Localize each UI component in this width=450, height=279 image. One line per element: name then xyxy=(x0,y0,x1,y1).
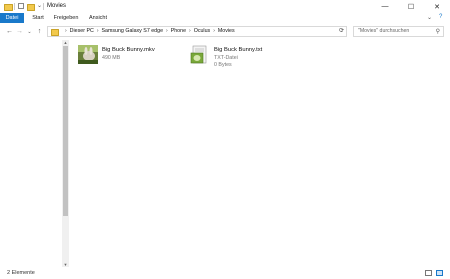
breadcrumb-phone[interactable]: Phone xyxy=(171,28,186,34)
file-list: Big Buck Bunny.mkv 490 MB Big Buck Bunny… xyxy=(72,40,444,267)
minimize-button[interactable]: — xyxy=(372,0,398,13)
separator: › xyxy=(166,28,168,34)
breadcrumb-oculus[interactable]: Oculus xyxy=(194,28,211,34)
ribbon-collapse-icon[interactable]: ⌄ xyxy=(427,14,432,21)
search-icon[interactable]: ⚲ xyxy=(436,28,440,35)
up-button[interactable]: ↑ xyxy=(35,27,44,37)
separator xyxy=(43,3,44,10)
tab-ansicht[interactable]: Ansicht xyxy=(85,13,111,23)
title-bar: ⌄ Movies — ☐ ✕ xyxy=(0,0,450,13)
close-button[interactable]: ✕ xyxy=(424,0,450,13)
quick-access-dropdown-icon[interactable]: ⌄ xyxy=(37,2,42,9)
address-row: ← → ⌄ ↑ › Dieser PC › Samsung Galaxy S7 edg… xyxy=(0,25,450,39)
properties-icon[interactable] xyxy=(18,3,24,9)
breadcrumb-dieser-pc[interactable]: Dieser PC xyxy=(70,28,94,34)
video-thumbnail-icon xyxy=(78,45,98,64)
separator: › xyxy=(65,28,67,34)
folder-icon xyxy=(4,4,13,11)
file-name: Big Buck Bunny.txt xyxy=(214,47,263,53)
window-title: Movies xyxy=(47,3,67,9)
search-placeholder: "Movies" durchsuchen xyxy=(358,28,410,34)
breadcrumb-movies[interactable]: Movies xyxy=(218,28,235,34)
recent-locations-button[interactable]: ⌄ xyxy=(25,27,34,37)
search-input[interactable]: "Movies" durchsuchen ⚲ xyxy=(353,26,444,37)
scrollbar-thumb[interactable] xyxy=(63,46,68,216)
text-file-icon xyxy=(190,45,210,64)
file-size: 0 Bytes xyxy=(214,62,232,68)
breadcrumb: › Dieser PC › Samsung Galaxy S7 edge › Phone ›… xyxy=(62,27,235,36)
navigation-scrollbar[interactable]: ▲ ▼ xyxy=(62,40,69,267)
forward-button[interactable]: → xyxy=(15,27,24,37)
ribbon-tabs: Datei Start Freigeben Ansicht ⌄ ? xyxy=(0,13,450,23)
help-icon[interactable]: ? xyxy=(439,14,442,20)
file-name: Big Buck Bunny.mkv xyxy=(102,47,155,53)
file-item[interactable]: Big Buck Bunny.txt TXT-Datei 0 Bytes xyxy=(190,45,262,68)
separator: › xyxy=(96,28,99,34)
new-folder-icon[interactable] xyxy=(27,4,35,11)
status-bar: 2 Elemente xyxy=(0,267,450,279)
file-type: TXT-Datei xyxy=(214,55,238,61)
file-size: 490 MB xyxy=(102,55,121,61)
refresh-button[interactable]: ⟳ xyxy=(337,27,346,36)
back-button[interactable]: ← xyxy=(5,27,14,37)
item-count: 2 Elemente xyxy=(7,270,35,276)
maximize-button[interactable]: ☐ xyxy=(398,0,424,13)
navigation-pane[interactable] xyxy=(0,40,63,267)
tab-start[interactable]: Start xyxy=(27,13,49,23)
tab-freigeben[interactable]: Freigeben xyxy=(51,13,81,23)
breadcrumb-samsung-galaxy[interactable]: Samsung Galaxy S7 edge xyxy=(101,28,163,34)
address-bar[interactable]: › Dieser PC › Samsung Galaxy S7 edge › Phone ›… xyxy=(47,26,347,37)
file-item[interactable]: Big Buck Bunny.mkv 490 MB xyxy=(78,45,155,64)
folder-icon xyxy=(51,29,59,36)
separator: › xyxy=(213,28,215,34)
separator xyxy=(14,3,15,10)
separator: › xyxy=(189,28,191,34)
scroll-up-icon[interactable]: ▲ xyxy=(62,40,69,45)
details-view-icon[interactable] xyxy=(425,270,432,276)
large-icons-view-icon[interactable] xyxy=(436,270,443,276)
tab-datei[interactable]: Datei xyxy=(0,13,24,23)
